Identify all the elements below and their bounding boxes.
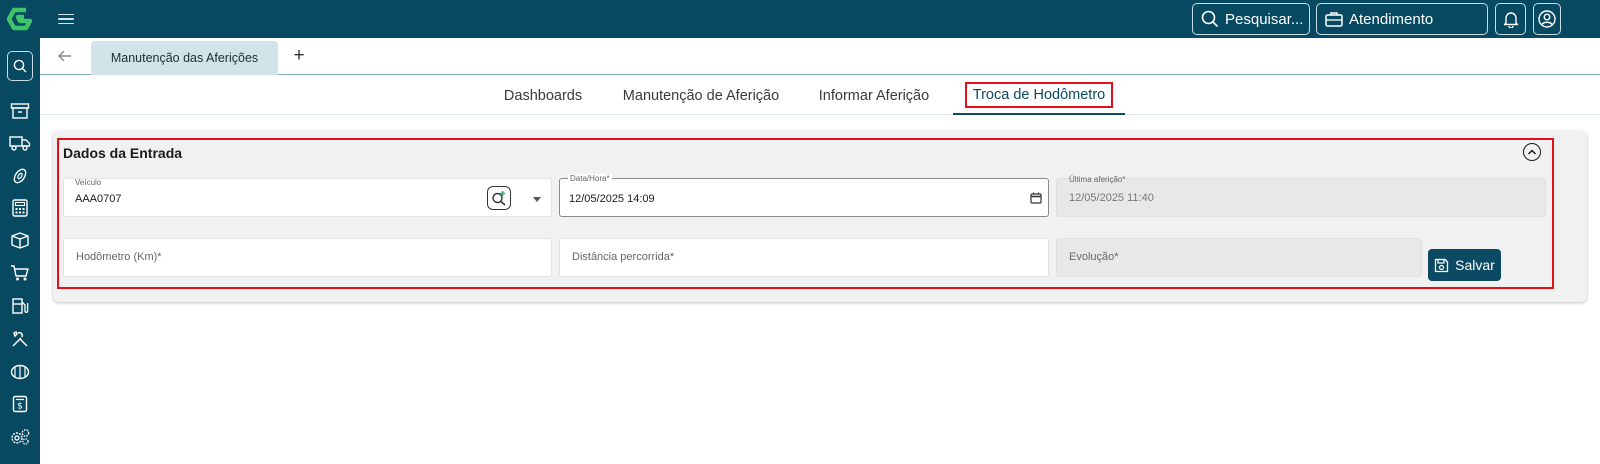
gears-icon [11, 429, 30, 445]
notifications-button[interactable] [1495, 3, 1526, 35]
sub-tabs: Dashboards Manutenção de Aferição Inform… [40, 76, 1600, 115]
vehicle-lookup-button[interactable] [487, 186, 511, 210]
sidebar-item-purchases[interactable] [8, 261, 32, 285]
vehicle-label: Veículo [75, 178, 102, 187]
sidebar-item-tires[interactable] [8, 164, 32, 188]
service-button[interactable]: Atendimento [1316, 3, 1488, 35]
last-measurement-label: Última aferição* [1069, 175, 1126, 184]
tab-manutencao-afericoes[interactable]: Manutenção das Aferições [91, 41, 278, 75]
tab-informar-afericao[interactable]: Informar Aferição [812, 76, 936, 115]
vehicle-value: AAA0707 [75, 193, 122, 205]
truck-icon [9, 136, 31, 151]
sidebar-item-fuel[interactable] [8, 294, 32, 318]
sidebar-item-fleet[interactable] [8, 131, 32, 155]
add-tab-button[interactable]: + [290, 45, 308, 66]
search-icon [13, 59, 27, 73]
save-button[interactable]: Salvar [1428, 249, 1501, 281]
chevron-up-icon [1527, 149, 1537, 155]
calendar-icon[interactable] [1030, 192, 1042, 204]
sidebar-item-inventory[interactable] [8, 228, 32, 252]
collapse-section-button[interactable] [1523, 143, 1541, 161]
search-icon [1201, 10, 1219, 28]
logo-icon [6, 7, 33, 31]
tools-icon [12, 330, 28, 347]
app-logo[interactable] [0, 0, 40, 38]
odometer-placeholder: Hodômetro (Km)* [76, 251, 162, 263]
user-circle-icon [1538, 10, 1556, 28]
back-arrow-icon[interactable] [56, 47, 74, 65]
sidebar-item-tire-management[interactable] [8, 360, 32, 384]
tab-troca-hodometro[interactable]: Troca de Hodômetro [953, 76, 1125, 115]
archive-box-icon [10, 103, 30, 119]
sidebar: $ [0, 38, 40, 464]
global-search-label: Pesquisar... [1225, 10, 1304, 28]
tires-stack-icon [10, 364, 30, 380]
vehicle-dropdown-icon[interactable] [533, 197, 541, 202]
last-measurement-field: Última aferição* 12/05/2025 11:40 [1056, 175, 1546, 217]
fuel-pump-icon [12, 298, 29, 314]
tab-manutencao-afericao[interactable]: Manutenção de Aferição [618, 76, 784, 115]
service-label: Atendimento [1349, 10, 1434, 28]
distance-placeholder: Distância percorrida* [572, 251, 675, 263]
bell-icon [1503, 12, 1518, 28]
document-tab-strip: Manutenção das Aferições + [40, 38, 1600, 75]
shopping-cart-icon [11, 265, 29, 281]
menu-toggle-icon[interactable] [58, 9, 74, 29]
top-bar: Pesquisar... Atendimento [0, 0, 1600, 38]
sidebar-item-billing[interactable]: $ [8, 392, 32, 416]
sidebar-item-settings[interactable] [8, 425, 32, 449]
calculator-icon [12, 199, 28, 217]
odometer-field[interactable]: Hodômetro (Km)* [63, 238, 552, 277]
tire-icon [13, 168, 27, 184]
svg-text:$: $ [17, 402, 23, 412]
global-search-button[interactable]: Pesquisar... [1192, 3, 1310, 35]
evolution-placeholder: Evolução* [1069, 251, 1119, 263]
datetime-field[interactable]: Data/Hora* 12/05/2025 14:09 [559, 174, 1049, 217]
sidebar-item-archive[interactable] [8, 99, 32, 123]
package-icon [11, 232, 29, 249]
save-label: Salvar [1455, 257, 1495, 273]
datetime-label: Data/Hora* [568, 174, 612, 183]
evolution-field: Evolução* [1056, 238, 1422, 277]
user-profile-button[interactable] [1533, 3, 1561, 35]
briefcase-icon [1325, 12, 1343, 27]
distance-field[interactable]: Distância percorrida* [559, 238, 1049, 277]
sidebar-search-button[interactable] [7, 51, 33, 81]
tab-dashboards[interactable]: Dashboards [498, 76, 588, 115]
save-disk-icon [1435, 258, 1449, 272]
section-title: Dados da Entrada [63, 145, 183, 161]
sidebar-item-maintenance[interactable] [8, 327, 32, 351]
invoice-dollar-icon: $ [12, 395, 28, 413]
sidebar-item-finance[interactable] [8, 196, 32, 220]
datetime-value: 12/05/2025 14:09 [569, 193, 655, 205]
vehicle-field[interactable]: Veículo AAA0707 [63, 178, 552, 217]
search-add-icon [492, 191, 506, 206]
last-measurement-value: 12/05/2025 11:40 [1069, 192, 1154, 204]
